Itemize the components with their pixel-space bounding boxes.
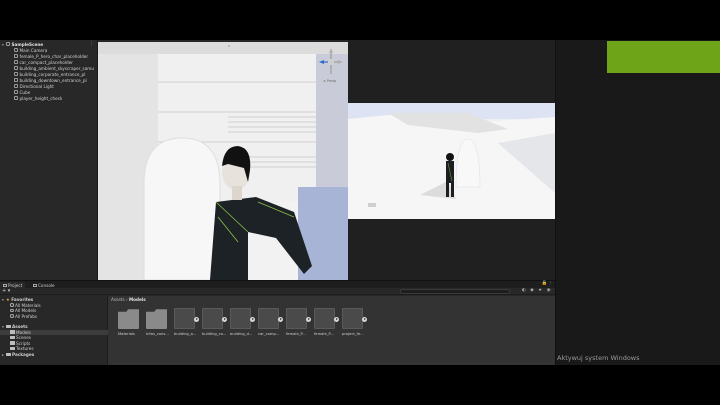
asset-item[interactable]: car_comp... [258,308,284,336]
search-icon [10,308,14,313]
breadcrumb-models[interactable]: Models [129,297,146,302]
character-thumbnail-icon [314,308,339,329]
breadcrumb-assets[interactable]: Assets [111,297,125,302]
folder-icon [6,324,11,329]
expand-asset-icon[interactable] [306,317,311,322]
more-options-icon[interactable]: ⋮ [89,41,94,47]
breadcrumb: Assets › Models [111,297,146,302]
character-thumbnail-icon [342,308,367,329]
panel-options-icon[interactable]: 🔒 ⋮ [541,281,553,286]
folder-icon [118,309,139,329]
expand-asset-icon[interactable] [194,317,199,322]
character-thumbnail-icon [286,308,311,329]
model-thumbnail-icon [202,308,227,329]
folder-icon [10,330,15,334]
orientation-gizmo-icon[interactable] [318,46,344,78]
gameobject-icon [14,84,18,89]
model-thumbnail-icon [174,308,199,329]
folder-icon [10,341,15,345]
model-thumbnail-icon [230,308,255,329]
asset-item[interactable]: Materials [118,308,144,336]
tree-textures[interactable]: Textures [10,346,34,352]
asset-item[interactable]: Infos_cons... [146,308,172,336]
project-folder-tree: ▾ ★ Favorites All Materials All Models All… [0,296,108,365]
folder-icon [146,309,167,329]
prefab-icon [14,78,18,83]
model-thumbnail-icon [258,308,283,329]
game-view[interactable] [348,103,555,219]
folder-icon [6,352,11,357]
asset-item[interactable]: building_d... [230,308,256,336]
folder-icon [10,346,15,351]
scene-icon [6,42,10,47]
expand-asset-icon[interactable] [250,317,255,322]
expand-asset-icon[interactable] [334,317,339,322]
gameobject-icon [14,96,18,101]
gameobject-icon [14,48,18,53]
letterbox-top [0,0,720,40]
scene-view[interactable]: ≤ Persp [98,42,348,280]
prefab-icon [14,54,18,59]
search-icon [10,303,14,307]
unity-editor-window: ▾ SampleScene ⋮ Main Camera female_P_hero… [0,40,720,365]
inspector-panel [555,40,720,365]
folder-icon [3,284,7,288]
tree-all-prefabs[interactable]: All Prefabs [10,314,37,320]
prefab-icon [14,60,18,65]
letterbox-bottom [0,365,720,405]
asset-item[interactable]: building_a... [174,308,200,336]
asset-item[interactable]: building_co... [202,308,228,336]
tree-packages[interactable]: ▸ Packages [2,352,34,358]
expand-asset-icon[interactable] [362,317,367,322]
scene-render [98,42,348,280]
asset-item[interactable]: female_P... [314,308,340,336]
prefab-icon [14,72,18,77]
perspective-label[interactable]: ≤ Persp [323,79,336,83]
project-toolbar: + ▾ ◐ ◆ ★ ◉ [0,288,555,295]
filter-icons[interactable]: ◐ ◆ ★ ◉ [522,288,552,293]
create-button[interactable]: + ▾ [2,288,10,294]
folder-icon [10,335,15,340]
game-render [348,103,555,219]
asset-item[interactable]: project_fe... [342,308,368,336]
star-icon: ★ [6,297,10,302]
project-tab-bar: Project Console 🔒 ⋮ [0,280,555,289]
search-icon [10,314,14,318]
hierarchy-panel: ▾ SampleScene ⋮ Main Camera female_P_hero… [0,40,98,280]
asset-item[interactable]: female_P... [286,308,312,336]
gameobject-icon [14,90,18,95]
hierarchy-item-player-height-check[interactable]: player_height_check [14,96,62,102]
search-input[interactable] [400,289,510,294]
prefab-icon [14,66,18,71]
expand-asset-icon[interactable] [278,317,283,322]
expand-asset-icon[interactable] [222,317,227,322]
project-asset-grid: Assets › Models Materials Infos_cons... … [108,296,555,365]
console-icon [33,284,37,288]
accent-overlay [607,41,720,73]
windows-activation-watermark: Aktywuj system Windows [557,354,640,362]
